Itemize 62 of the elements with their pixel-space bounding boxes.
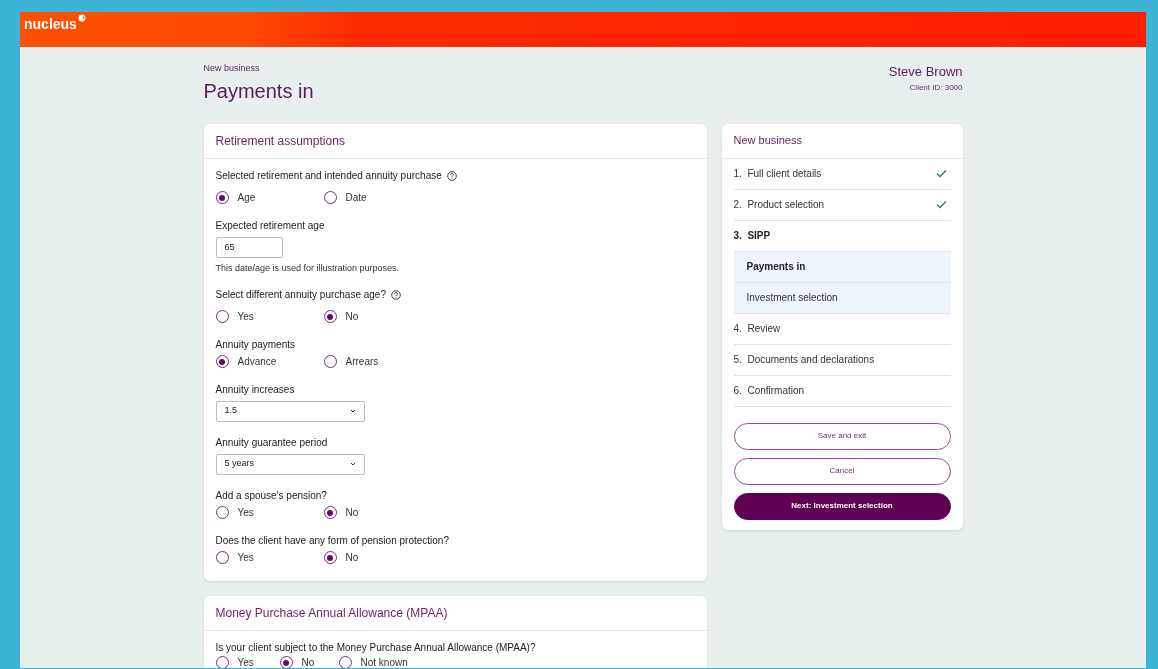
step-item[interactable]: 6. Confirmation xyxy=(733,383,805,398)
radio-option[interactable]: Date xyxy=(323,190,432,205)
radio-option[interactable]: Arrears xyxy=(323,354,432,369)
radio-option[interactable]: Yes xyxy=(215,655,280,668)
age-input[interactable]: 65 xyxy=(215,236,283,258)
question-label: Is your client subject to the Money Purchase Annual Allowance (MPAA)? xyxy=(215,640,536,655)
radio-button[interactable] xyxy=(215,551,229,564)
page-title: Payments in xyxy=(203,78,314,104)
chevron-down-icon xyxy=(349,462,356,466)
question-label: Select different annuity purchase age? xyxy=(215,287,386,302)
step-item[interactable]: 2. Product selection xyxy=(733,197,825,212)
question-label: Annuity guarantee period xyxy=(215,435,328,450)
chevron-down-icon xyxy=(349,409,356,413)
radio-button[interactable] xyxy=(215,310,229,323)
client-id: Client ID: 3000 xyxy=(909,81,963,94)
radio-option[interactable]: Yes xyxy=(215,309,324,324)
radio-button[interactable] xyxy=(279,656,293,668)
question-label: Add a spouse's pension? xyxy=(215,488,327,503)
substep-item[interactable]: Payments in xyxy=(733,251,951,283)
client-name: Steve Brown xyxy=(888,63,963,81)
logo-dot-icon xyxy=(77,14,86,22)
radio-button[interactable] xyxy=(323,191,337,204)
radio-option[interactable]: Not known xyxy=(338,655,429,668)
step-item[interactable]: 4. Review xyxy=(733,321,781,336)
card-title: Money Purchase Annual Allowance (MPAA) xyxy=(215,604,448,622)
step-item[interactable]: 1. Full client details xyxy=(733,166,822,181)
breadcrumb: New business xyxy=(203,62,261,75)
radio-option[interactable]: Advance xyxy=(215,354,324,369)
radio-option[interactable]: Yes xyxy=(215,550,324,565)
select-field[interactable]: 5 years xyxy=(215,453,365,475)
help-icon[interactable] xyxy=(391,289,401,300)
action-button[interactable]: Cancel xyxy=(733,457,951,485)
select-field[interactable]: 1.5 xyxy=(215,400,365,422)
field-note: This date/age is used for illustration purposes. xyxy=(215,261,401,274)
card-title: New business xyxy=(733,133,802,149)
radio-button[interactable] xyxy=(338,656,352,668)
radio-button[interactable] xyxy=(215,191,229,204)
radio-option[interactable]: No xyxy=(279,655,339,668)
radio-button[interactable] xyxy=(215,355,229,368)
question-label: Expected retirement age xyxy=(215,218,325,233)
radio-button[interactable] xyxy=(323,551,337,564)
question-label: Annuity payments xyxy=(215,337,295,352)
question-label: Does the client have any form of pension protection? xyxy=(215,533,449,548)
card-title: Retirement assumptions xyxy=(215,132,345,150)
help-icon[interactable] xyxy=(446,170,457,181)
radio-button[interactable] xyxy=(323,506,337,519)
radio-option[interactable]: No xyxy=(323,505,432,520)
radio-option[interactable]: No xyxy=(323,309,432,324)
radio-option[interactable]: Age xyxy=(215,190,324,205)
question-label: Annuity increases xyxy=(215,382,295,397)
radio-option[interactable]: No xyxy=(323,550,432,565)
radio-button[interactable] xyxy=(215,506,229,519)
step-item[interactable]: 5. Documents and declarations xyxy=(733,352,875,367)
step-item[interactable]: 3. SIPP xyxy=(733,228,771,243)
action-button[interactable]: Save and exit xyxy=(733,422,951,450)
action-button[interactable]: Next: Investment selection xyxy=(733,492,951,520)
radio-button[interactable] xyxy=(323,310,337,323)
substep-item[interactable]: Investment selection xyxy=(733,282,951,314)
radio-button[interactable] xyxy=(215,656,229,668)
radio-option[interactable]: Yes xyxy=(215,505,324,520)
question-label: Selected retirement and intended annuity purchase xyxy=(215,168,442,183)
radio-button[interactable] xyxy=(323,355,337,368)
